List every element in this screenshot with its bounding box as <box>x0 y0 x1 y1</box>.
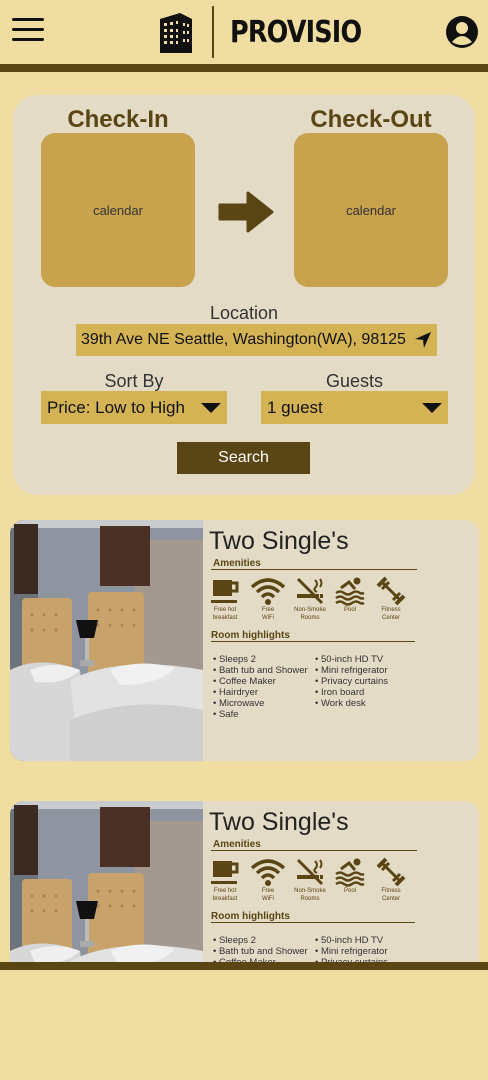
sort-select[interactable]: Price: Low to High <box>41 391 227 424</box>
checkin-label: Check-In <box>67 106 169 133</box>
guests-select[interactable]: 1 guest <box>261 391 448 424</box>
amenity-label: Free hot <box>213 607 237 613</box>
swimming-pool-icon <box>335 858 365 887</box>
hamburger-menu-icon[interactable] <box>12 18 45 46</box>
amenity-label: breakfast <box>212 615 238 621</box>
no-smoking-icon <box>296 577 324 605</box>
highlights-right-list: 50-inch HD TV Mini refrigerator Privacy … <box>315 654 388 709</box>
highlight-item: Iron board <box>315 687 388 698</box>
room-photo[interactable] <box>10 520 203 761</box>
amenity-label: Rooms <box>300 615 320 621</box>
highlight-item: Sleeps 2 <box>213 654 308 665</box>
amenities-title: Amenities <box>213 839 261 850</box>
dumbbell-icon <box>376 857 406 887</box>
wifi-icon <box>250 578 286 605</box>
sort-label: Sort By <box>104 371 164 391</box>
highlight-item: Coffee Maker <box>213 676 308 687</box>
highlight-item: Hairdryer <box>213 687 308 698</box>
highlight-item: 50-inch HD TV <box>315 935 388 946</box>
logo-divider <box>212 6 214 58</box>
chevron-down-icon <box>422 403 442 413</box>
guests-value: 1 guest <box>267 397 323 417</box>
wifi-icon <box>250 859 286 886</box>
location-arrow-icon[interactable] <box>414 331 432 349</box>
highlights-title: Room highlights <box>211 630 290 641</box>
highlight-item: 50-inch HD TV <box>315 654 388 665</box>
highlight-item: Bath tub and Shower <box>213 946 308 957</box>
amenities-title: Amenities <box>213 558 261 569</box>
amenity-label: Fitness <box>381 888 401 894</box>
checkin-calendar[interactable]: calendar <box>41 133 195 287</box>
amenity-label: WiFi <box>262 896 274 902</box>
highlight-item: Safe <box>213 709 308 720</box>
highlights-divider <box>211 922 415 923</box>
bottom-area <box>0 970 488 1080</box>
amenity-non-smoke: Non-Smoke Rooms <box>290 576 330 622</box>
room-title: Two Single's <box>209 808 349 836</box>
amenity-pool: Pool <box>330 576 370 615</box>
amenity-label: WiFi <box>262 615 274 621</box>
highlight-item: Privacy curtains <box>315 676 388 687</box>
amenity-label: Free <box>261 888 275 894</box>
amenity-wifi: Free WiFi <box>248 576 288 622</box>
checkout-calendar[interactable]: calendar <box>294 133 448 287</box>
amenity-pool: Pool <box>330 857 370 896</box>
guests-label: Guests <box>325 371 384 391</box>
amenities-divider <box>211 569 417 570</box>
amenity-label: Rooms <box>300 896 320 902</box>
amenity-label: breakfast <box>212 896 238 902</box>
footer-divider <box>0 962 488 970</box>
location-label: Location <box>209 303 279 323</box>
amenity-fitness: Fitness Center <box>371 576 411 622</box>
location-value: 39th Ave NE Seattle, Washington(WA), 981… <box>81 331 406 348</box>
arrow-right-icon <box>218 191 274 233</box>
brand-name: PROVISIO <box>230 14 362 50</box>
highlight-item: Mini refrigerator <box>315 665 388 676</box>
amenity-breakfast: Free hot breakfast <box>205 576 245 622</box>
location-input[interactable]: 39th Ave NE Seattle, Washington(WA), 981… <box>76 324 437 356</box>
brand-logo[interactable]: PROVISIO <box>156 6 384 58</box>
room-title: Two Single's <box>209 527 349 555</box>
chevron-down-icon <box>201 403 221 413</box>
header-divider <box>0 64 488 72</box>
highlight-item: Microwave <box>213 698 308 709</box>
dumbbell-icon <box>376 576 406 606</box>
coffee-cup-icon <box>211 861 239 884</box>
checkout-label: Check-Out <box>310 106 432 133</box>
swimming-pool-icon <box>335 577 365 606</box>
amenity-fitness: Fitness Center <box>371 857 411 903</box>
account-icon[interactable] <box>445 15 479 49</box>
amenity-label: Non-Smoke <box>294 607 326 613</box>
highlights-title: Room highlights <box>211 911 290 922</box>
highlights-divider <box>211 641 415 642</box>
user-circle-icon <box>446 16 478 48</box>
amenity-label: Free hot <box>213 888 237 894</box>
sort-value: Price: Low to High <box>47 397 185 417</box>
amenities-divider <box>211 850 417 851</box>
amenity-label: Pool <box>343 888 356 894</box>
amenity-label: Pool <box>343 607 356 613</box>
search-panel: Check-In Check-Out calendar calendar Loc… <box>13 95 475 495</box>
highlight-item: Bath tub and Shower <box>213 665 308 676</box>
amenity-label: Fitness <box>381 607 401 613</box>
app-header: PROVISIO <box>0 0 488 64</box>
highlight-item: Sleeps 2 <box>213 935 308 946</box>
amenity-label: Non-Smoke <box>294 888 326 894</box>
room-card[interactable]: Two Single's Amenities Free hot breakfas… <box>10 520 479 761</box>
amenity-non-smoke: Non-Smoke Rooms <box>290 857 330 903</box>
amenity-label: Center <box>381 615 400 621</box>
search-button[interactable]: Search <box>177 442 310 474</box>
amenity-wifi: Free WiFi <box>248 857 288 903</box>
amenity-label: Free <box>261 607 275 613</box>
amenity-label: Center <box>381 896 400 902</box>
building-icon <box>160 13 192 53</box>
coffee-cup-icon <box>211 580 239 603</box>
highlight-item: Mini refrigerator <box>315 946 388 957</box>
amenity-breakfast: Free hot breakfast <box>205 857 245 903</box>
highlights-left-list: Sleeps 2 Bath tub and Shower Coffee Make… <box>213 654 308 720</box>
no-smoking-icon <box>296 858 324 886</box>
highlight-item: Work desk <box>315 698 388 709</box>
